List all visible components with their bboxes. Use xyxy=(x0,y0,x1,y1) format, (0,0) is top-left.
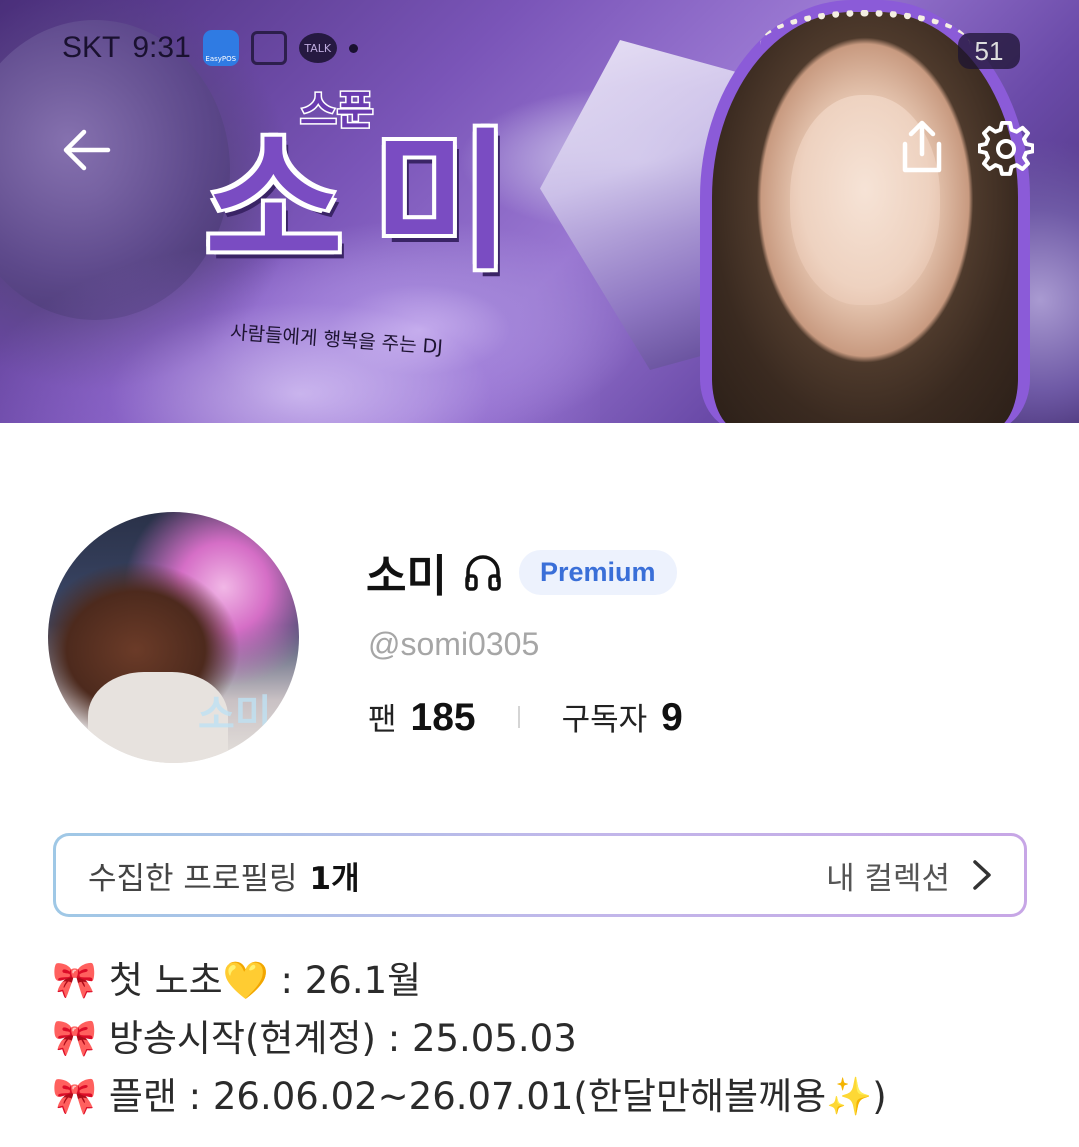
bio-text: 플랜 : 26.06.02~26.07.01(한달만해볼께용✨) xyxy=(108,1075,887,1118)
collection-summary: 수집한 프로필링 1개 xyxy=(88,853,360,898)
avatar[interactable]: 소미 xyxy=(48,512,299,763)
stat-fans[interactable]: 팬 185 xyxy=(368,694,476,740)
ribbon-icon: 🎀 xyxy=(52,960,97,1001)
notification-dot-icon xyxy=(348,43,358,53)
share-icon xyxy=(902,120,942,173)
profile-handle: @somi0305 xyxy=(368,626,540,662)
share-button[interactable] xyxy=(890,115,954,179)
status-bar: SKT 9:31 EasyPOS TALK xyxy=(62,30,358,66)
status-time: 9:31 xyxy=(132,31,191,64)
easypos-app-icon: EasyPOS xyxy=(202,30,239,66)
stat-divider xyxy=(517,706,520,728)
profile-stats: 팬 185 구독자 9 xyxy=(368,694,683,740)
bio-text: 첫 노초💛 : 26.1월 xyxy=(108,959,422,1002)
bio-line: 🎀 방송시작(현계정) : 25.05.03 xyxy=(52,1010,887,1068)
profile-name: 소미 xyxy=(366,551,447,602)
headphones-icon xyxy=(461,550,505,594)
stat-subscribers-label: 구독자 xyxy=(561,702,648,738)
collection-card[interactable]: 수집한 프로필링 1개 내 컬렉션 xyxy=(53,833,1027,917)
back-button[interactable] xyxy=(54,118,118,182)
talk-icon: TALK xyxy=(298,33,337,63)
stat-fans-label: 팬 xyxy=(368,702,397,738)
banner-title: 소미 xyxy=(205,116,542,290)
stat-subscribers-value: 9 xyxy=(661,696,683,739)
arrow-left-icon xyxy=(63,129,111,171)
profile-banner: 스푼 소미 사람들에게 행복을 주는 DJ SKT 9:31 EasyPOS T… xyxy=(0,0,1079,423)
profile-bio: 🎀 첫 노초💛 : 26.1월 🎀 방송시작(현계정) : 25.05.03 🎀… xyxy=(52,952,887,1126)
my-collection-label: 내 컬렉션 xyxy=(826,860,950,897)
banner-headband xyxy=(760,10,970,80)
my-collection-link[interactable]: 내 컬렉션 xyxy=(826,853,992,898)
premium-badge: Premium xyxy=(518,549,677,595)
stat-fans-value: 185 xyxy=(410,696,476,739)
ribbon-icon: 🎀 xyxy=(52,1076,97,1117)
battery-icon: 51 xyxy=(958,33,1020,69)
ribbon-icon: 🎀 xyxy=(52,1018,97,1059)
chevron-right-icon xyxy=(973,860,991,890)
bio-line: 🎀 첫 노초💛 : 26.1월 xyxy=(52,952,887,1010)
avatar-overlay-text: 소미 xyxy=(198,692,272,738)
collection-label: 수집한 프로필링 xyxy=(88,860,298,897)
gear-icon xyxy=(978,121,1034,176)
status-carrier: SKT xyxy=(62,31,121,64)
settings-button[interactable] xyxy=(972,115,1040,183)
bio-text: 방송시작(현계정) : 25.05.03 xyxy=(108,1017,577,1060)
bio-line: 🎀 플랜 : 26.06.02~26.07.01(한달만해볼께용✨) xyxy=(52,1068,887,1126)
profile-name-row: 소미 Premium xyxy=(366,540,677,604)
screenshot-icon xyxy=(250,31,287,65)
collection-count: 1개 xyxy=(309,860,360,897)
stat-subscribers[interactable]: 구독자 9 xyxy=(562,694,683,740)
